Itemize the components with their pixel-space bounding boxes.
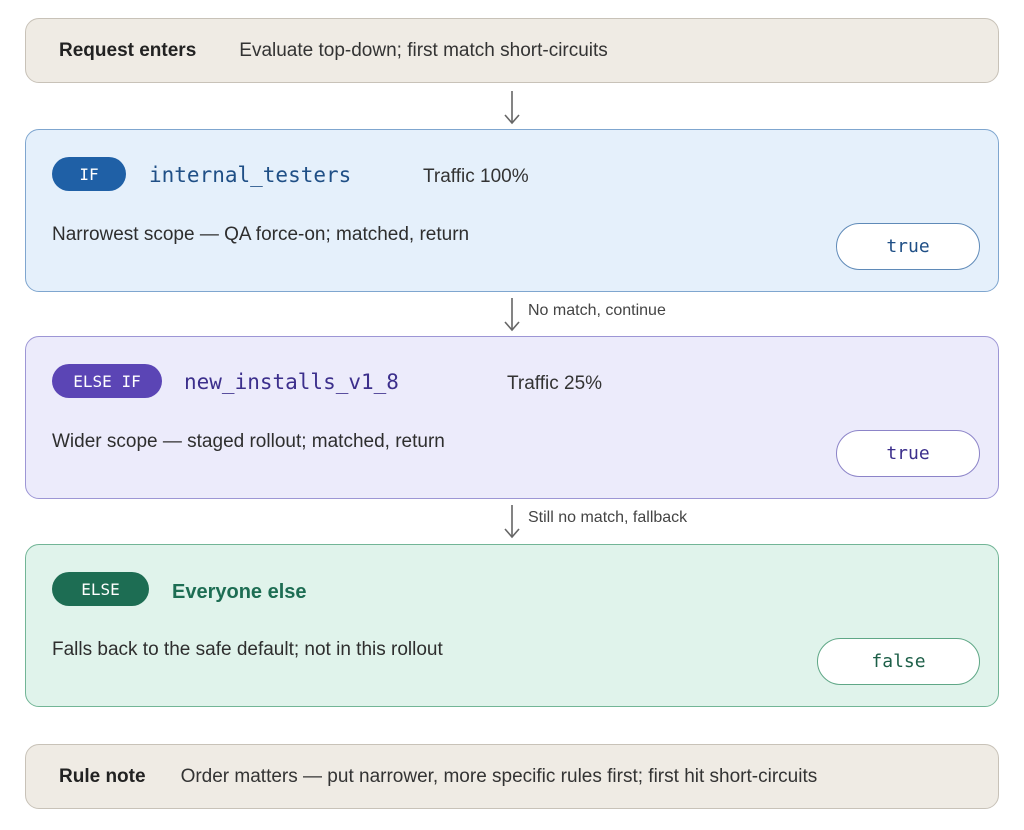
rule-name-everyone-else: Everyone else: [172, 581, 307, 603]
connector-label-no-match: No match, continue: [528, 302, 666, 319]
request-enters-bar: Request enters Evaluate top-down; first …: [25, 18, 999, 83]
request-enters-label: Request enters: [59, 39, 197, 61]
connector-arrow-1: [502, 90, 528, 126]
rule-description: Falls back to the safe default; not in t…: [52, 639, 443, 660]
rule-description: Narrowest scope — QA force-on; matched, …: [52, 224, 470, 245]
connector-arrow-3: Still no match, fallback: [502, 504, 687, 540]
down-arrow-icon: [504, 298, 520, 332]
rule-card-else-if: ELSE IF new_installs_v1_8 Traffic 25% Wi…: [25, 336, 999, 499]
rule-card-else: ELSE Everyone else Falls back to the saf…: [25, 544, 999, 707]
traffic-percent: Traffic 100%: [423, 166, 529, 187]
down-arrow-icon: [504, 91, 520, 125]
else-if-keyword-pill: ELSE IF: [52, 364, 162, 398]
else-keyword-pill: ELSE: [52, 572, 149, 606]
rule-name-new-installs: new_installs_v1_8: [184, 370, 399, 394]
traffic-percent: Traffic 25%: [507, 373, 603, 394]
rule-note-bar: Rule note Order matters — put narrower, …: [25, 744, 999, 809]
down-arrow-icon: [504, 505, 520, 539]
if-keyword-pill: IF: [52, 157, 126, 191]
rule-note-label: Rule note: [59, 765, 146, 787]
result-false-badge: false: [817, 638, 980, 685]
connector-arrow-2: No match, continue: [502, 297, 666, 333]
rule-name-internal-testers: internal_testers: [149, 163, 352, 187]
rule-note-text: Order matters — put narrower, more speci…: [180, 765, 818, 787]
rule-card-if: IF internal_testers Traffic 100% Narrowe…: [25, 129, 999, 292]
result-true-badge: true: [836, 430, 980, 477]
rule-description: Wider scope — staged rollout; matched, r…: [52, 431, 445, 452]
connector-label-fallback: Still no match, fallback: [528, 509, 688, 526]
result-true-badge: true: [836, 223, 980, 270]
request-enters-text: Evaluate top-down; first match short-cir…: [239, 39, 608, 61]
